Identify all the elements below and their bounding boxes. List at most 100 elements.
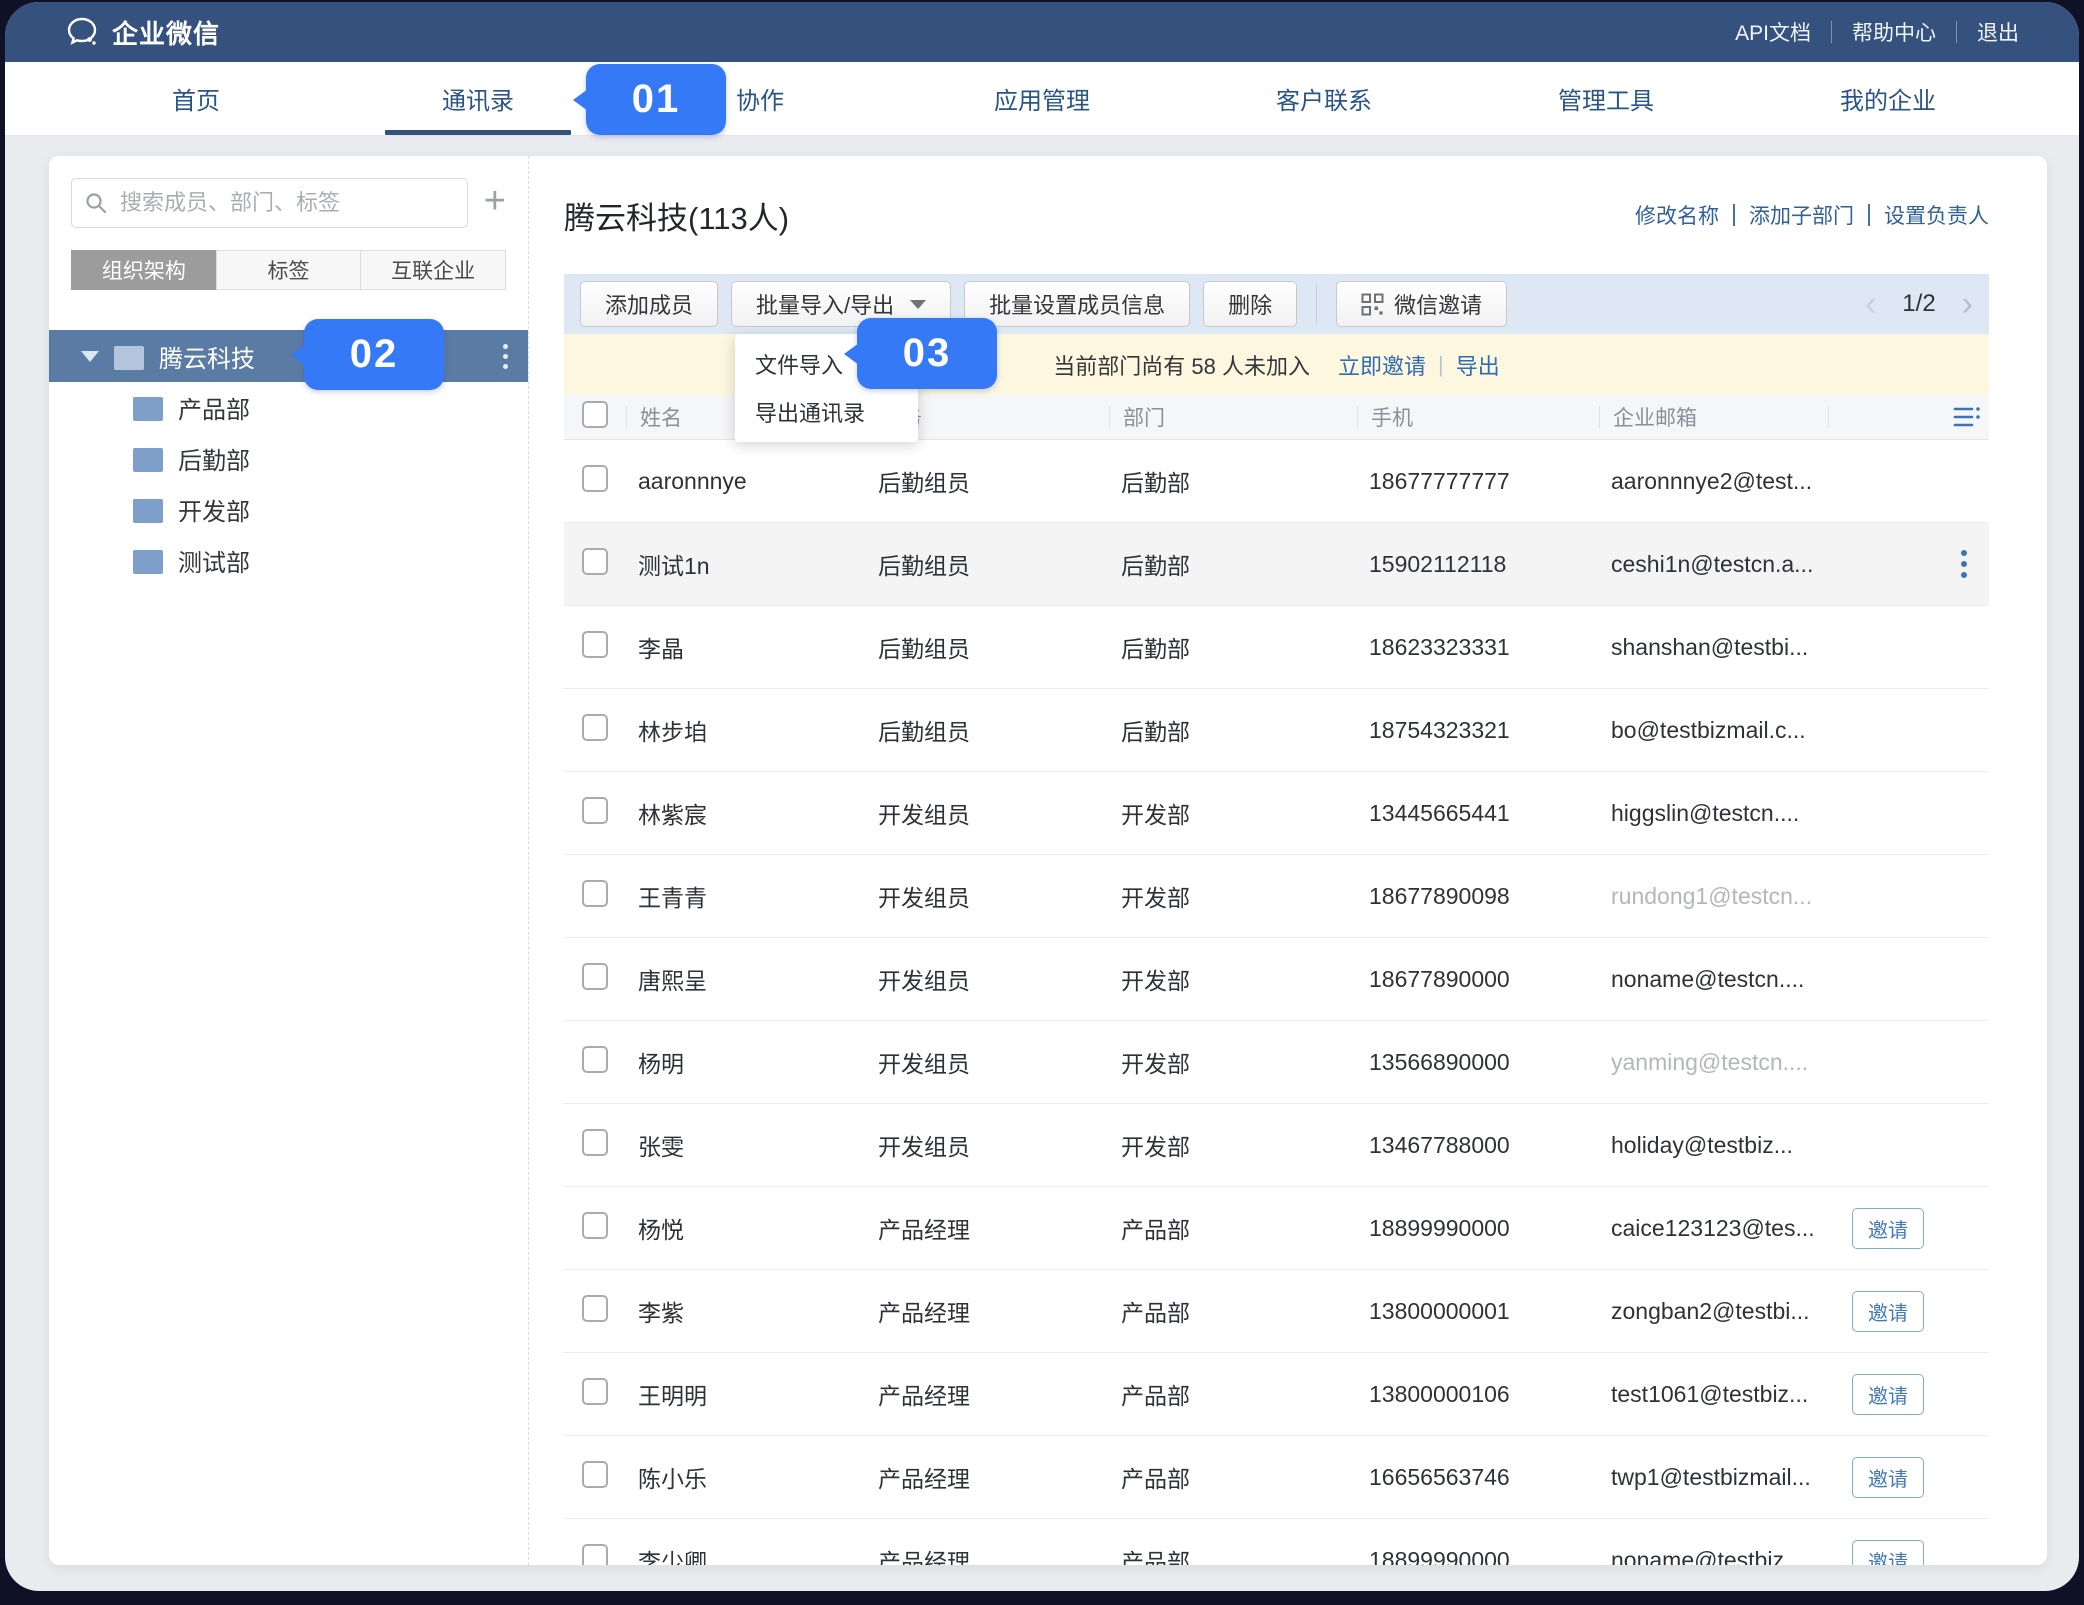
topbar-link-0[interactable]: API文档	[1735, 17, 1811, 47]
tree-root-company[interactable]: 腾云科技 02	[49, 330, 528, 382]
member-role: 产品经理	[878, 1211, 1121, 1245]
row-actions: 邀请	[1840, 1540, 1989, 1566]
invite-button[interactable]: 邀请	[1852, 1208, 1924, 1249]
table-row[interactable]: 杨明开发组员开发部13566890000yanming@testcn....	[564, 1021, 1989, 1104]
topbar-link-1[interactable]: 帮助中心	[1852, 17, 1936, 47]
sidebar-tab-组织架构[interactable]: 组织架构	[71, 250, 217, 290]
invite-button[interactable]: 邀请	[1852, 1457, 1924, 1498]
table-row[interactable]: 唐熙呈开发组员开发部18677890000noname@testcn....	[564, 938, 1989, 1021]
topbar-link-divider	[1831, 21, 1832, 43]
table-row[interactable]: 杨悦产品经理产品部18899990000caice123123@tes...邀请	[564, 1187, 1989, 1270]
tree-more-icon[interactable]	[503, 344, 508, 369]
search-input[interactable]	[118, 189, 455, 217]
row-checkbox[interactable]	[582, 963, 608, 990]
chevron-down-icon[interactable]	[81, 351, 99, 362]
column-settings-icon[interactable]	[1953, 406, 1981, 428]
member-name: 陈小乐	[638, 1460, 878, 1494]
nav-tab-应用管理[interactable]: 应用管理	[901, 62, 1183, 135]
member-email: holiday@testbiz...	[1611, 1132, 1840, 1159]
add-member-button[interactable]: 添加成员	[580, 281, 718, 327]
table-row[interactable]: 林紫宸开发组员开发部13445665441higgslin@testcn....	[564, 772, 1989, 855]
row-checkbox[interactable]	[582, 1461, 608, 1488]
invite-button[interactable]: 邀请	[1852, 1540, 1924, 1566]
member-role: 开发组员	[878, 879, 1121, 913]
table-row[interactable]: 李少卿产品经理产品部18899990000noname@testbiz...邀请	[564, 1519, 1989, 1565]
export-link[interactable]: 导出	[1456, 349, 1500, 381]
toolbar-divider	[1316, 284, 1317, 324]
member-name: 张雯	[638, 1128, 878, 1162]
wechat-invite-button[interactable]: 微信邀请	[1336, 281, 1507, 327]
header-link-0[interactable]: 修改名称	[1635, 200, 1719, 230]
member-department: 产品部	[1121, 1543, 1369, 1565]
sidebar-tab-标签[interactable]: 标签	[216, 250, 362, 290]
row-checkbox[interactable]	[582, 1295, 608, 1322]
select-all-checkbox[interactable]	[582, 401, 608, 428]
table-row[interactable]: 李晶后勤组员后勤部18623323331shanshan@testbi...	[564, 606, 1989, 689]
tree-item-产品部[interactable]: 产品部	[49, 382, 528, 433]
batch-set-members-button[interactable]: 批量设置成员信息	[964, 281, 1190, 327]
member-email: twp1@testbizmail...	[1611, 1464, 1840, 1491]
nav-tab-管理工具[interactable]: 管理工具	[1465, 62, 1747, 135]
search-box[interactable]	[71, 178, 468, 228]
member-department: 开发部	[1121, 879, 1369, 913]
table-row[interactable]: 张雯开发组员开发部13467788000holiday@testbiz...	[564, 1104, 1989, 1187]
row-more-menu-icon[interactable]	[1961, 550, 1967, 578]
nav-tab-首页[interactable]: 首页	[55, 62, 337, 135]
row-checkbox-cell	[564, 1129, 638, 1162]
tree-item-后勤部[interactable]: 后勤部	[49, 433, 528, 484]
sidebar-tab-互联企业[interactable]: 互联企业	[360, 250, 506, 290]
row-checkbox[interactable]	[582, 1212, 608, 1239]
row-checkbox[interactable]	[582, 797, 608, 824]
table-row[interactable]: 王明明产品经理产品部13800000106test1061@testbiz...…	[564, 1353, 1989, 1436]
import-export-dropdown: 文件导入导出通讯录 03	[735, 334, 918, 442]
tree-item-label: 测试部	[178, 543, 250, 578]
next-page-button[interactable]: ›	[1962, 287, 1973, 321]
page-indicator: 1/2	[1902, 290, 1935, 318]
invite-button[interactable]: 邀请	[1852, 1291, 1924, 1332]
row-checkbox[interactable]	[582, 465, 608, 492]
table-row[interactable]: 测试1n后勤组员后勤部15902112118ceshi1n@testcn.a..…	[564, 523, 1989, 606]
row-checkbox-cell	[564, 548, 638, 581]
member-phone: 18899990000	[1369, 1547, 1611, 1566]
member-department: 产品部	[1121, 1211, 1369, 1245]
table-row[interactable]: aaronnnye后勤组员后勤部18677777777aaronnnye2@te…	[564, 440, 1989, 523]
table-row[interactable]: 王青青开发组员开发部18677890098rundong1@testcn...	[564, 855, 1989, 938]
add-department-button[interactable]: +	[484, 182, 506, 224]
invite-now-link[interactable]: 立即邀请	[1338, 349, 1426, 381]
folder-icon	[133, 397, 163, 421]
tree-root-label: 腾云科技	[159, 339, 255, 374]
row-checkbox[interactable]	[582, 548, 608, 575]
table-row[interactable]: 陈小乐产品经理产品部16656563746twp1@testbizmail...…	[564, 1436, 1989, 1519]
row-checkbox[interactable]	[582, 1129, 608, 1156]
member-name: 王青青	[638, 879, 878, 913]
wechat-work-logo-icon	[65, 15, 99, 49]
invite-button[interactable]: 邀请	[1852, 1374, 1924, 1415]
row-actions: 邀请	[1840, 1457, 1989, 1498]
member-email: caice123123@tes...	[1611, 1215, 1840, 1242]
row-checkbox-cell	[564, 797, 638, 830]
member-phone: 13800000106	[1369, 1381, 1611, 1408]
row-checkbox[interactable]	[582, 631, 608, 658]
member-email: yanming@testcn....	[1611, 1049, 1840, 1076]
row-checkbox[interactable]	[582, 1378, 608, 1405]
row-checkbox[interactable]	[582, 1046, 608, 1073]
header-link-2[interactable]: 设置负责人	[1884, 200, 1989, 230]
tree-item-开发部[interactable]: 开发部	[49, 484, 528, 535]
row-checkbox[interactable]	[582, 1544, 608, 1566]
tree-item-测试部[interactable]: 测试部	[49, 535, 528, 586]
row-checkbox[interactable]	[582, 714, 608, 741]
row-checkbox[interactable]	[582, 880, 608, 907]
table-row[interactable]: 李紫产品经理产品部13800000001zongban2@testbi...邀请	[564, 1270, 1989, 1353]
row-actions: 邀请	[1840, 1291, 1989, 1332]
prev-page-button[interactable]: ‹	[1865, 287, 1876, 321]
nav-tab-我的企业[interactable]: 我的企业	[1747, 62, 2029, 135]
nav-tab-客户联系[interactable]: 客户联系	[1183, 62, 1465, 135]
topbar-link-2[interactable]: 退出	[1977, 17, 2019, 47]
member-email: bo@testbizmail.c...	[1611, 717, 1840, 744]
dropdown-item-1[interactable]: 导出通讯录	[735, 388, 918, 436]
member-role: 产品经理	[878, 1377, 1121, 1411]
header-link-1[interactable]: 添加子部门	[1749, 200, 1854, 230]
delete-button[interactable]: 删除	[1203, 281, 1297, 327]
table-row[interactable]: 林步垍后勤组员后勤部18754323321bo@testbizmail.c...	[564, 689, 1989, 772]
member-phone: 18623323331	[1369, 634, 1611, 661]
